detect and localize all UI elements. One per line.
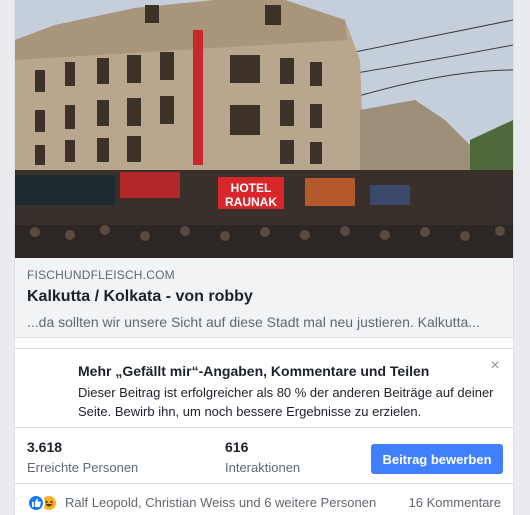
interactions-label: Interaktionen [225,460,301,475]
reach-value: 3.618 [27,439,63,455]
hotel-sign-line2: RAUNAK [225,195,277,209]
link-domain: FISCHUNDFLEISCH.COM [27,268,175,282]
interactions-stat: 616 Interaktionen [225,438,300,478]
link-title[interactable]: Kalkutta / Kolkata - von robby [27,286,501,308]
link-preview-image[interactable]: HOTEL RAUNAK [15,0,513,258]
reach-stat: 3.618 Erreichte Personen [27,438,138,478]
reaction-names[interactable]: Ralf Leopold, Christian Weiss und 6 weit… [65,495,376,511]
link-description: ...da sollten wir unsere Sicht auf diese… [27,314,480,330]
link-preview[interactable]: FISCHUNDFLEISCH.COM Kalkutta / Kolkata -… [15,258,513,338]
reaction-icons[interactable] [27,494,61,512]
boost-body-text: Dieser Beitrag ist erfolgreicher als 80 … [78,385,494,419]
reactions-bar: Ralf Leopold, Christian Weiss und 6 weit… [15,485,513,515]
page-background-right [514,0,530,515]
post-insights: 3.618 Erreichte Personen 616 Interaktion… [15,428,513,484]
hotel-sign-line1: HOTEL [231,181,272,195]
post-card: HOTEL RAUNAK FISCHUNDFLEISCH.COM Kalkutt… [14,0,514,515]
boost-post-button[interactable]: Beitrag bewerben [371,444,503,474]
interactions-value: 616 [225,439,249,455]
page-background-left [0,0,14,515]
like-icon [27,494,45,512]
boost-suggestion-panel: Mehr „Gefällt mir“-Angaben, Kommentare u… [15,348,513,428]
comments-count[interactable]: 16 Kommentare [409,495,502,511]
reach-label: Erreichte Personen [27,460,139,475]
close-icon[interactable]: × [488,358,502,374]
boost-heading: Mehr „Gefällt mir“-Angaben, Kommentare u… [78,363,430,379]
